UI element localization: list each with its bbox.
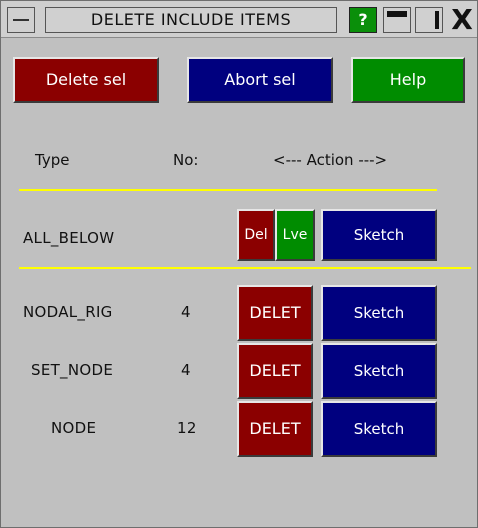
row-count: 12: [177, 419, 197, 437]
window-title: DELETE INCLUDE ITEMS: [45, 7, 337, 33]
help-button[interactable]: Help: [351, 57, 465, 103]
row-delet-button[interactable]: DELET: [237, 343, 313, 399]
delete-include-items-window: DELETE INCLUDE ITEMS ? X Delete sel Abor…: [0, 0, 478, 528]
yellow-divider-top: [19, 189, 437, 191]
window-menu-button[interactable]: [7, 7, 35, 33]
maximize-button[interactable]: [415, 7, 443, 33]
row-sketch-button[interactable]: Sketch: [321, 401, 437, 457]
row-type-label: NODE: [51, 419, 97, 437]
column-header-action: <--- Action --->: [273, 151, 388, 169]
yellow-divider-bottom: [19, 267, 471, 269]
row-sketch-button[interactable]: Sketch: [321, 343, 437, 399]
row-count: 4: [181, 361, 191, 379]
row-sketch-button[interactable]: Sketch: [321, 285, 437, 341]
all-below-lve-button[interactable]: Lve: [275, 209, 315, 261]
all-below-label: ALL_BELOW: [23, 229, 115, 247]
row-delet-button[interactable]: DELET: [237, 401, 313, 457]
abort-sel-button[interactable]: Abort sel: [187, 57, 333, 103]
close-icon[interactable]: X: [447, 5, 477, 35]
title-bar: DELETE INCLUDE ITEMS ? X: [1, 1, 477, 38]
row-type-label: NODAL_RIG: [23, 303, 113, 321]
help-question-icon[interactable]: ?: [349, 7, 377, 33]
column-header-type: Type: [35, 151, 70, 169]
minimize-button[interactable]: [383, 7, 411, 33]
row-count: 4: [181, 303, 191, 321]
all-below-sketch-button[interactable]: Sketch: [321, 209, 437, 261]
all-below-del-button[interactable]: Del: [237, 209, 275, 261]
row-type-label: SET_NODE: [31, 361, 114, 379]
delete-sel-button[interactable]: Delete sel: [13, 57, 159, 103]
column-header-no: No:: [173, 151, 199, 169]
row-delet-button[interactable]: DELET: [237, 285, 313, 341]
